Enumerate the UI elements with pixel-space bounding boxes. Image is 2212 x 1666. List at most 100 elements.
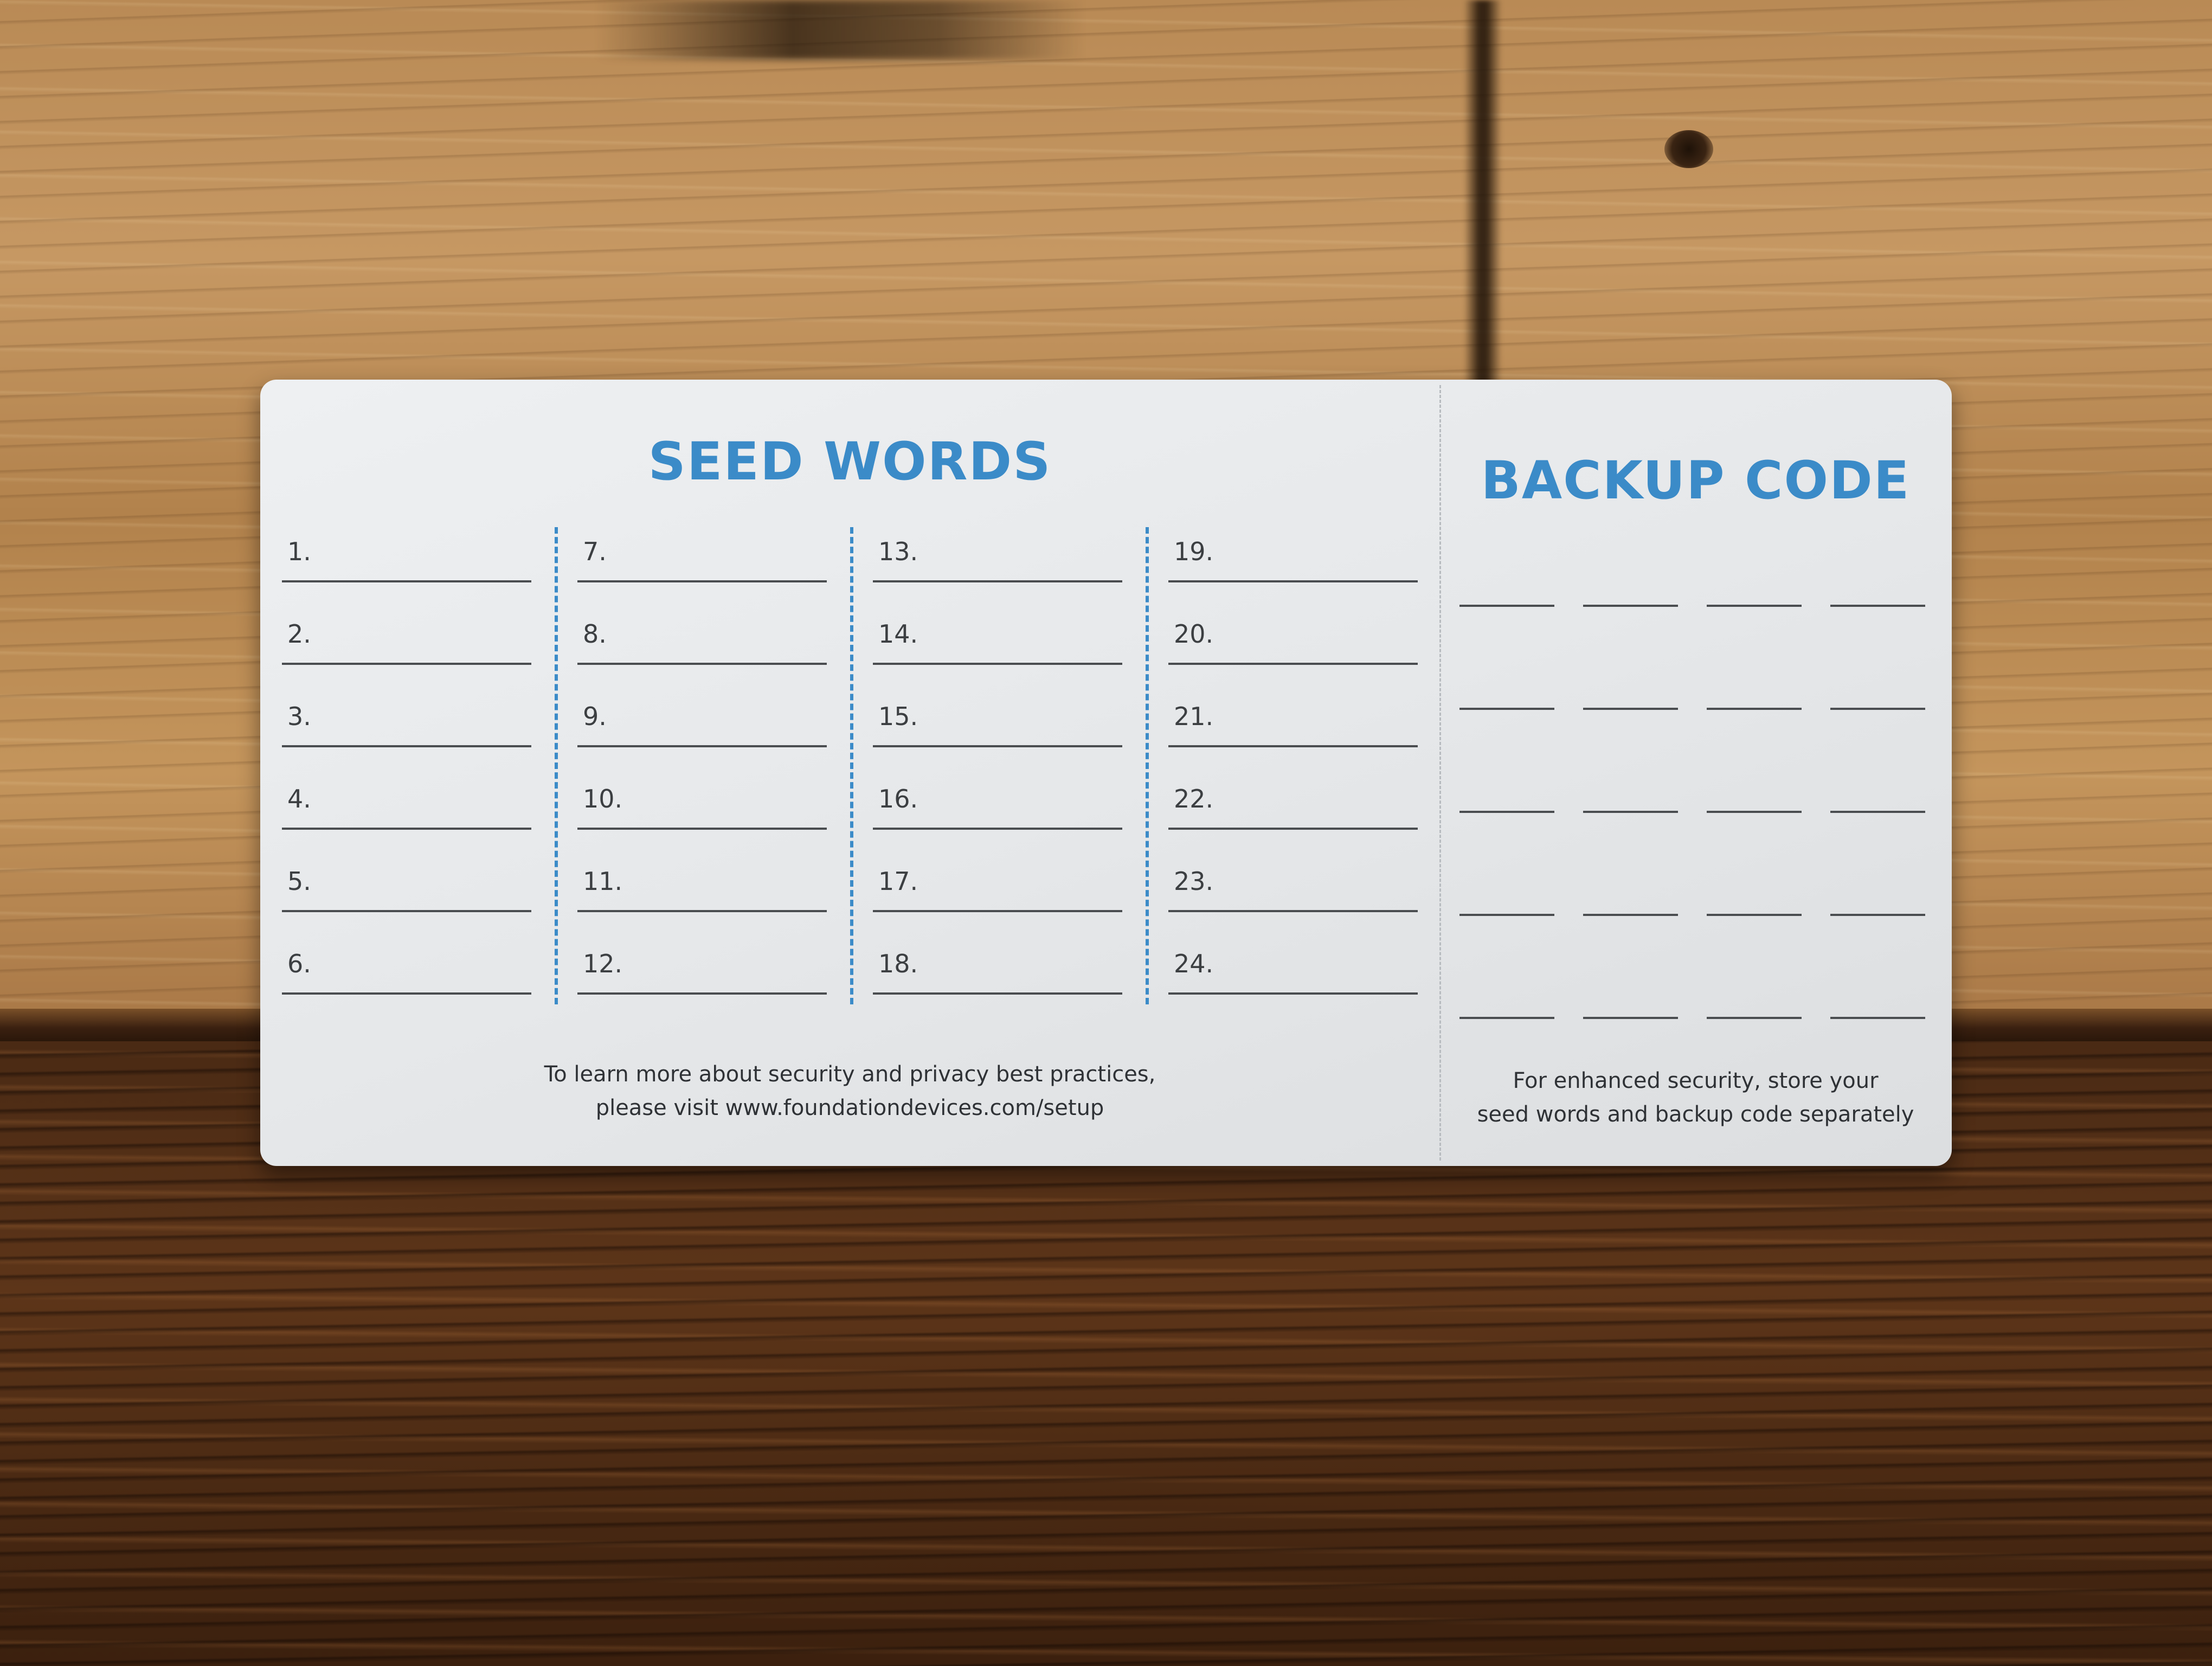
wood-knot [1664,130,1713,168]
seed-word-slot: 7. [567,521,838,602]
seed-word-number: 12. [583,949,623,978]
seed-column: 7. 8. 9. 10. 11. 12. [567,521,838,995]
backup-code-blank [1830,914,1925,916]
seed-note-line-1: To learn more about security and privacy… [544,1062,1156,1087]
seed-word-write-line [577,663,827,665]
seed-word-slot: 13. [862,521,1133,602]
seed-word-write-line [873,910,1122,912]
seed-word-number: 14. [878,619,918,649]
seed-word-slot: 14. [862,603,1133,684]
backup-code-blank [1583,1017,1678,1019]
seed-word-number: 11. [583,867,623,896]
seed-word-slot: 21. [1158,685,1429,767]
backup-code-blank [1830,811,1925,813]
seed-word-write-line [1168,910,1418,912]
seed-word-slot: 20. [1158,603,1429,684]
backup-code-title: BACKUP CODE [1481,450,1911,511]
seed-word-slot: 11. [567,850,838,932]
seed-word-write-line [1168,580,1418,582]
seed-word-number: 17. [878,867,918,896]
seed-word-number: 22. [1174,784,1214,813]
seed-word-number: 13. [878,537,918,566]
backup-code-blank [1459,708,1554,710]
backup-code-blank [1459,605,1554,607]
column-divider [850,527,853,1004]
seed-word-write-line [282,828,531,830]
seed-word-number: 6. [287,949,311,978]
backup-code-row [1448,708,1935,719]
seed-word-write-line [873,580,1122,582]
seed-column: 1. 2. 3. 4. 5. 6. [271,521,542,995]
seed-word-number: 8. [583,619,607,649]
backup-code-blank [1583,914,1678,916]
backup-code-row [1448,811,1935,822]
seed-word-write-line [1168,745,1418,747]
seed-word-slot: 1. [271,521,542,602]
seed-word-write-line [873,828,1122,830]
seed-word-slot: 22. [1158,768,1429,849]
seed-word-slot: 15. [862,685,1133,767]
seed-word-number: 16. [878,784,918,813]
seed-word-slot: 3. [271,685,542,767]
seed-word-slot: 17. [862,850,1133,932]
seed-word-number: 2. [287,619,311,649]
backup-code-blank [1459,914,1554,916]
seed-word-write-line [1168,992,1418,995]
seed-word-number: 5. [287,867,311,896]
seed-word-number: 24. [1174,949,1214,978]
backup-code-blank [1830,1017,1925,1019]
seed-word-number: 7. [583,537,607,566]
seed-word-slot: 6. [271,933,542,1014]
backup-code-blank [1583,708,1678,710]
seed-word-write-line [577,828,827,830]
seed-word-number: 23. [1174,867,1214,896]
seed-word-write-line [282,910,531,912]
seed-word-write-line [577,580,827,582]
backup-code-blank [1707,811,1802,813]
seed-word-write-line [577,910,827,912]
seed-backup-card: SEED WORDS BACKUP CODE 1. 2. 3. 4. 5. 6. 7. 8. 9… [260,380,1952,1166]
seed-word-write-line [873,992,1122,995]
backup-code-blank [1707,914,1802,916]
seed-word-number: 1. [287,537,311,566]
seed-word-slot: 2. [271,603,542,684]
seed-word-slot: 23. [1158,850,1429,932]
backup-code-row [1448,605,1935,616]
seed-word-write-line [873,745,1122,747]
backup-code-blank [1830,708,1925,710]
seed-word-number: 21. [1174,702,1214,731]
backup-code-row [1448,1017,1935,1028]
seed-word-slot: 4. [271,768,542,849]
seed-word-slot: 5. [271,850,542,932]
seed-word-number: 4. [287,784,311,813]
backup-code-blank [1830,605,1925,607]
seed-word-slot: 12. [567,933,838,1014]
seed-note-line-2: please visit www.foundationdevices.com/s… [595,1095,1104,1120]
seed-word-write-line [282,992,531,995]
seed-words-title: SEED WORDS [648,431,1052,492]
seed-word-number: 15. [878,702,918,731]
backup-code-row [1448,914,1935,925]
seed-word-write-line [577,745,827,747]
seed-word-write-line [873,663,1122,665]
backup-code-note: For enhanced security, store your seed w… [1439,1064,1952,1131]
seed-word-write-line [282,745,531,747]
seed-word-slot: 24. [1158,933,1429,1014]
backup-note-line-1: For enhanced security, store your [1513,1068,1879,1093]
seed-word-slot: 16. [862,768,1133,849]
backup-code-blank [1583,605,1678,607]
seed-word-slot: 19. [1158,521,1429,602]
seed-word-number: 20. [1174,619,1214,649]
backup-code-blank [1707,605,1802,607]
seed-word-number: 19. [1174,537,1214,566]
seed-column: 13. 14. 15. 16. 17. 18. [862,521,1133,995]
seed-word-number: 18. [878,949,918,978]
backup-code-blank [1459,811,1554,813]
column-divider [1146,527,1149,1004]
seed-word-slot: 8. [567,603,838,684]
backup-code-blank [1459,1017,1554,1019]
seed-word-write-line [282,580,531,582]
seed-word-number: 9. [583,702,607,731]
seed-word-write-line [1168,828,1418,830]
backup-note-line-2: seed words and backup code separately [1477,1102,1914,1127]
